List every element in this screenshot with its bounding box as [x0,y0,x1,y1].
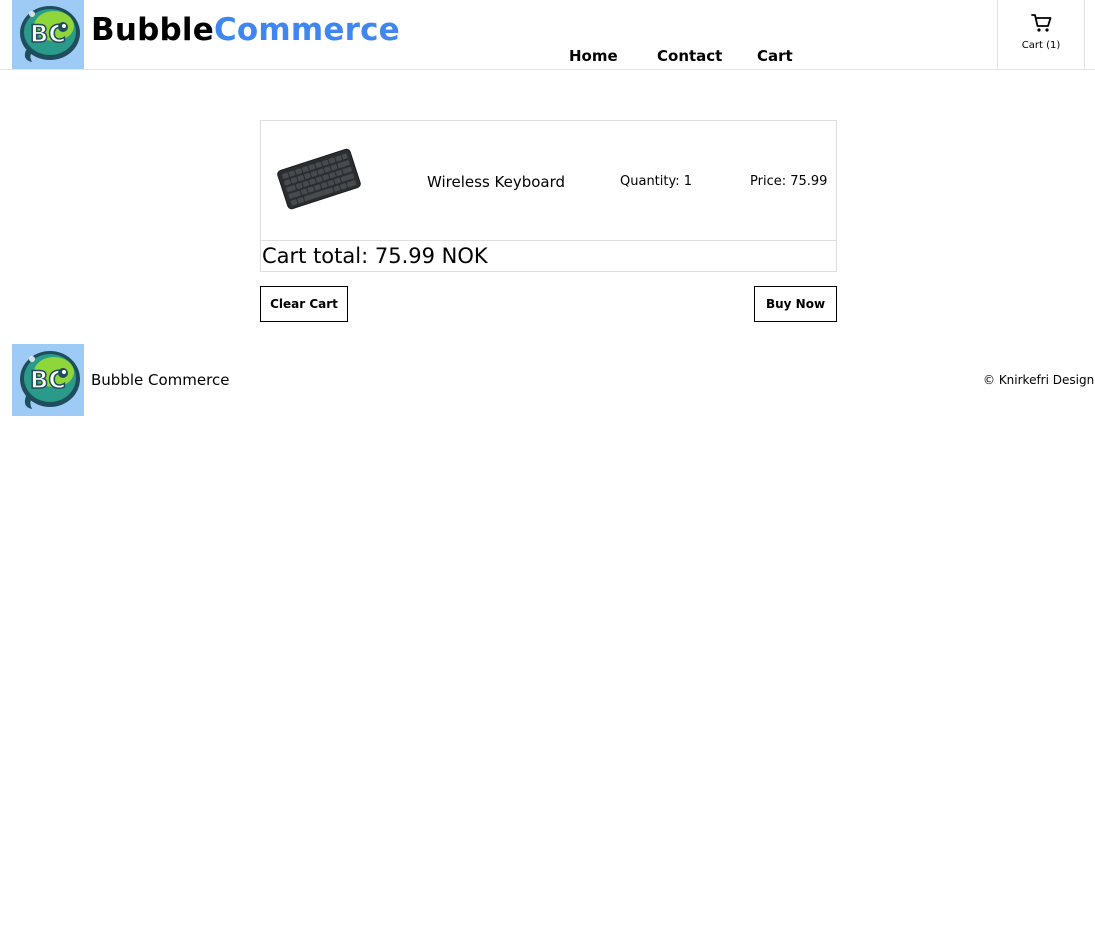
cart-item-row: Wireless Keyboard Quantity: 1 Price: 75.… [260,120,837,241]
cart-total-label: Cart total: 75.99 NOK [262,244,488,268]
buy-now-button[interactable]: Buy Now [754,286,837,322]
cart-item-price: Price: 75.99 [750,174,828,189]
shopping-cart-icon [1031,14,1052,32]
footer-brand-name: Bubble Commerce [91,371,230,389]
brand-name[interactable]: BubbleCommerce [91,12,400,48]
site-header: BC BubbleCommerce Home Contact Cart Cart… [0,0,1095,70]
main-nav: Home Contact Cart [0,47,1095,69]
brand-name-part2: Commerce [213,12,400,48]
brand-name-part1: Bubble [91,12,214,48]
footer-logo[interactable]: BC [12,344,84,416]
nav-home-link[interactable]: Home [569,47,618,65]
header-cart-button[interactable]: Cart (1) [997,0,1085,70]
nav-cart-link[interactable]: Cart [757,47,793,65]
cart-item-quantity: Quantity: 1 [620,174,693,189]
bubble-logo-icon: BC [20,351,80,409]
footer-copyright: © Knirkefri Design [983,373,1095,387]
cart-item-name: Wireless Keyboard [427,173,566,191]
cart-total-row: Cart total: 75.99 NOK [260,240,837,272]
product-image-keyboard [277,148,361,210]
nav-contact-link[interactable]: Contact [657,47,722,65]
cart-count-label: Cart (1) [1021,40,1061,51]
clear-cart-button[interactable]: Clear Cart [260,286,348,322]
